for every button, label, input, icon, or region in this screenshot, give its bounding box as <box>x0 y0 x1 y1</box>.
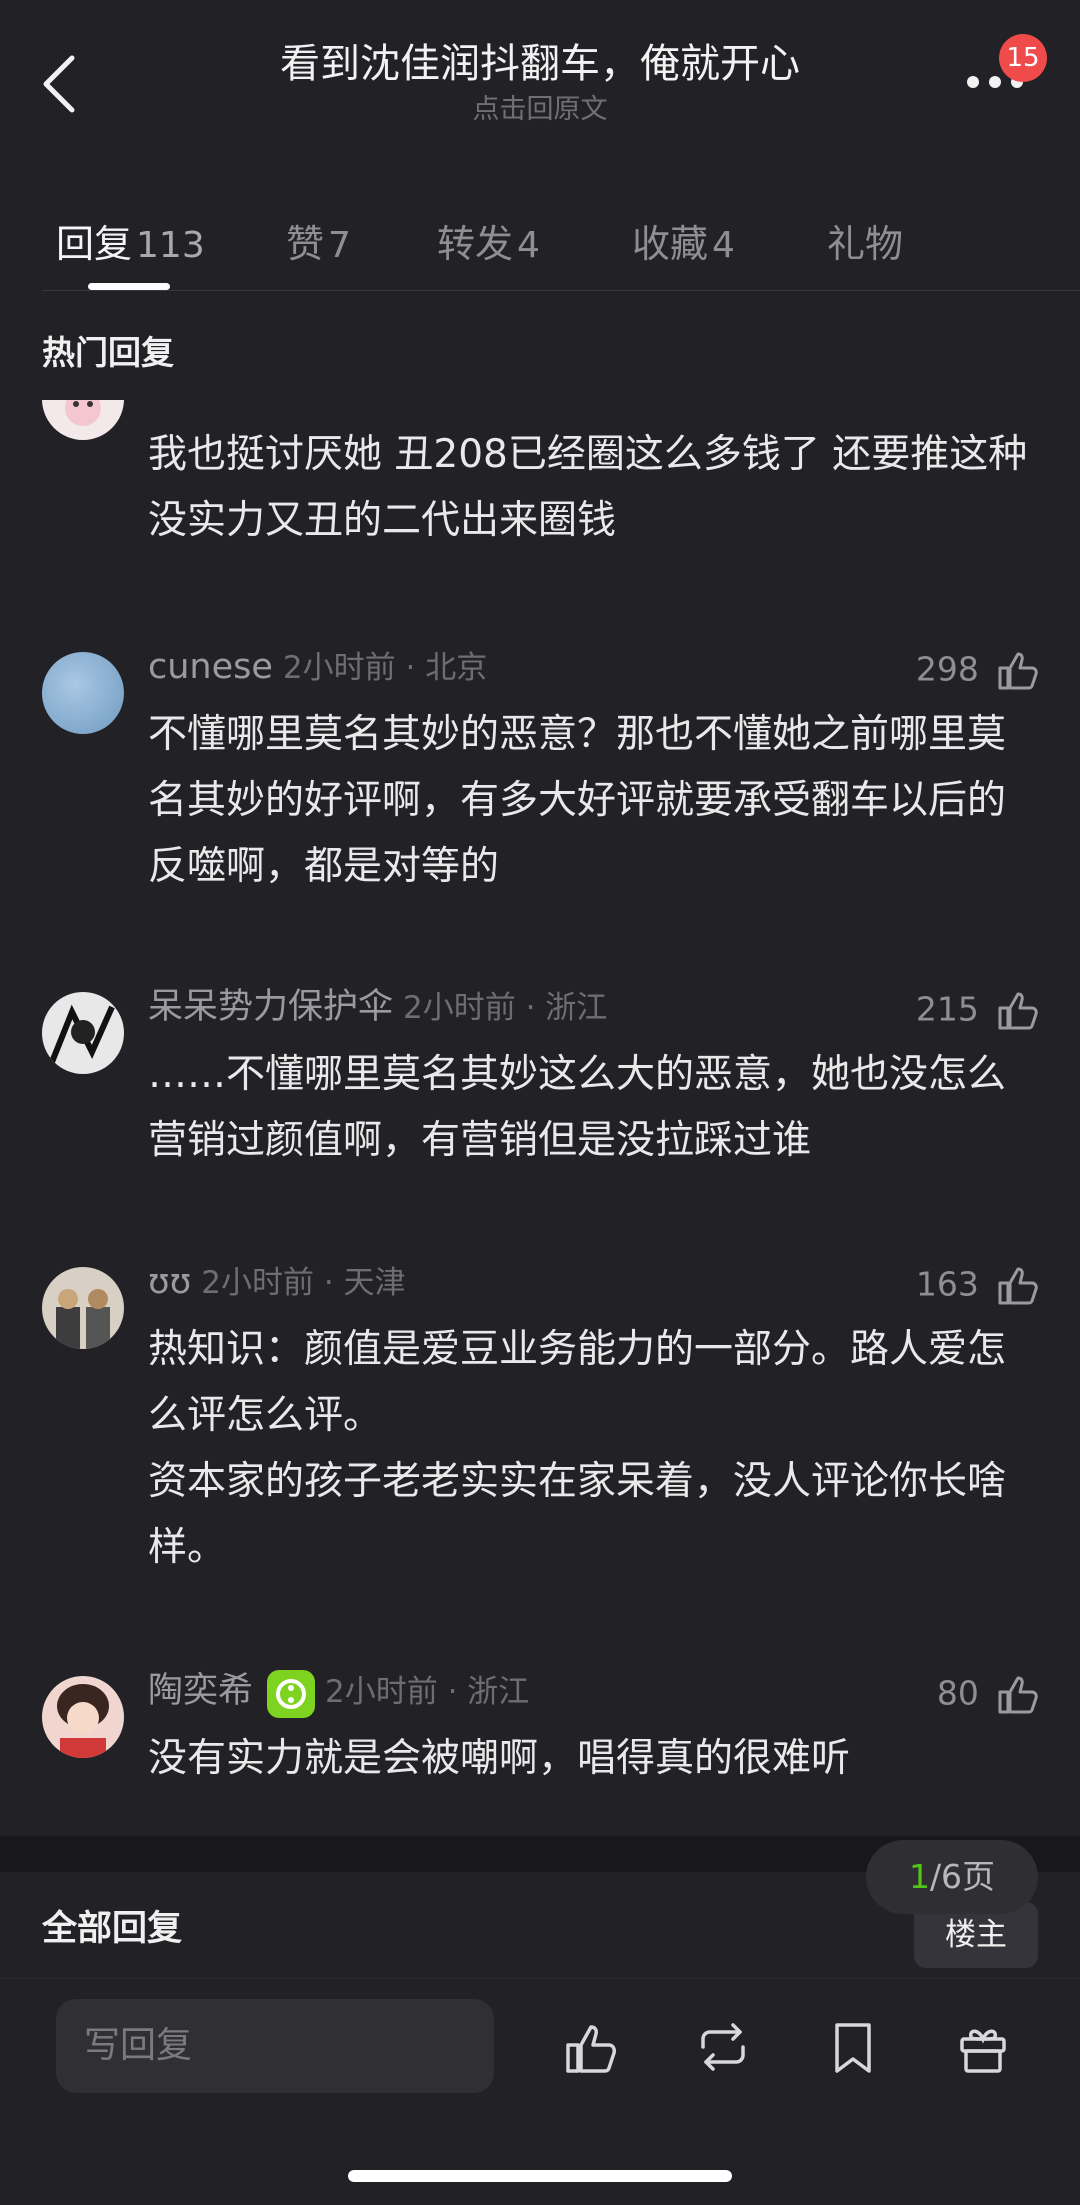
comment-line: 热知识：颜值是爱豆业务能力的一部分。路人爱怎么评怎么评。 <box>148 1327 1007 1438</box>
like-button[interactable]: 80 <box>937 1666 1040 1720</box>
comment-text: 我也挺讨厌她 丑208已经圈这么多钱了 还要推这种没实力又丑的二代出来圈钱 <box>148 432 1028 543</box>
comment-list[interactable]: 我也挺讨厌她 丑208已经圈这么多钱了 还要推这种没实力又丑的二代出来圈钱 cu… <box>0 400 1080 1836</box>
tab-count: 4 <box>517 225 540 266</box>
tab-reposts[interactable]: 转发 4 <box>437 213 540 268</box>
like-count: 298 <box>915 649 979 689</box>
current-page: 1 <box>908 1857 930 1896</box>
tab-label: 赞 <box>286 222 325 266</box>
back-to-original-link[interactable]: 点击回原文 <box>200 94 880 126</box>
thumbs-up-icon <box>998 652 1038 689</box>
like-count: 80 <box>936 1673 979 1713</box>
gift-icon[interactable] <box>953 2017 1013 2077</box>
tab-favorites[interactable]: 收藏 4 <box>632 213 735 268</box>
all-replies-heading: 全部回复 <box>42 1909 183 1949</box>
header: 看到沈佳润抖翻车，俺就开心 点击回原文 15 <box>0 0 1080 190</box>
tab-bar: 回复 113 赞7 转发 4 收藏 4 礼物 <box>0 195 1080 291</box>
page-title: 看到沈佳润抖翻车，俺就开心 <box>280 41 800 87</box>
thumbs-up-icon <box>998 992 1038 1029</box>
active-tab-indicator <box>88 283 170 290</box>
tab-gifts[interactable]: 礼物 <box>827 213 903 268</box>
divider <box>42 290 1080 291</box>
tab-likes[interactable]: 赞7 <box>286 213 351 268</box>
tab-count: 113 <box>136 225 205 266</box>
comment-line: 资本家的孩子老老实实在家呆着，没人评论你长啥样。 <box>148 1459 1007 1570</box>
tab-label: 转发 <box>437 222 514 266</box>
tab-label: 回复 <box>56 222 133 266</box>
like-button[interactable]: 215 <box>916 982 1040 1036</box>
comment-item[interactable]: ʊʊ 2小时前 · 天津 163 热知识：颜值是爱豆业务能力的一部分。路人爱怎么评… <box>0 1257 1080 1577</box>
comment-item[interactable]: 呆呆势力保护伞 2小时前 · 浙江 215 ……不懂哪里莫名其妙这么大的恶意，她也… <box>0 982 1080 1182</box>
like-count: 163 <box>915 1264 979 1304</box>
thumbs-up-icon <box>998 1267 1038 1304</box>
timestamp-location: 2小时前 · 浙江 <box>403 990 608 1026</box>
bookmark-icon[interactable] <box>823 2017 883 2077</box>
back-icon[interactable] <box>38 52 82 116</box>
comment-text: 不懂哪里莫名其妙的恶意？那也不懂她之前哪里莫名其妙的好评啊，有多大好评就要承受翻… <box>148 712 1007 889</box>
reply-input[interactable]: 写回复 <box>56 1999 494 2093</box>
avatar[interactable] <box>42 992 124 1074</box>
repost-icon[interactable] <box>693 2017 753 2077</box>
tab-label: 礼物 <box>827 222 904 266</box>
tab-replies[interactable]: 回复 113 <box>56 213 205 268</box>
comment-text: 热知识：颜值是爱豆业务能力的一部分。路人爱怎么评怎么评。 资本家的孩子老老实实在… <box>148 1317 1028 1581</box>
comment-meta: cunese 2小时前 · 北京 <box>148 642 487 692</box>
username[interactable]: ʊʊ <box>148 1262 191 1302</box>
tab-label: 收藏 <box>632 222 709 266</box>
like-button[interactable]: 163 <box>916 1257 1040 1311</box>
total-pages: /6页 <box>929 1857 996 1896</box>
tab-count: 4 <box>712 225 735 266</box>
title-area[interactable]: 看到沈佳润抖翻车，俺就开心 点击回原文 <box>200 36 880 126</box>
comment-item[interactable]: 陶奕希 2小时前 · 浙江 80 没有实力就是会被嘲啊，唱得真的很难听 <box>0 1666 1080 1806</box>
notification-badge: 15 <box>999 34 1047 82</box>
comment-text: 没有实力就是会被嘲啊，唱得真的很难听 <box>148 1736 851 1781</box>
home-indicator <box>348 2170 732 2182</box>
timestamp-location: 2小时前 · 北京 <box>282 650 488 686</box>
avatar[interactable] <box>42 400 124 440</box>
avatar[interactable] <box>42 1676 124 1758</box>
like-button[interactable]: 298 <box>916 642 1040 696</box>
like-icon[interactable] <box>562 2017 622 2077</box>
timestamp-location: 2小时前 · 天津 <box>201 1265 406 1301</box>
member-badge-icon <box>267 1669 316 1718</box>
tab-count: 7 <box>328 225 351 266</box>
thumbs-up-icon <box>998 1676 1038 1713</box>
comment-item[interactable]: 我也挺讨厌她 丑208已经圈这么多钱了 还要推这种没实力又丑的二代出来圈钱 <box>0 400 1080 562</box>
avatar[interactable] <box>42 1267 124 1349</box>
comment-meta: 呆呆势力保护伞 2小时前 · 浙江 <box>148 982 607 1032</box>
page-indicator[interactable]: 1/6页 <box>866 1840 1038 1914</box>
username[interactable]: cunese <box>148 647 273 687</box>
username[interactable]: 呆呆势力保护伞 <box>148 987 393 1027</box>
comment-meta: ʊʊ 2小时前 · 天津 <box>148 1257 406 1307</box>
comment-meta: 陶奕希 2小时前 · 浙江 <box>148 1666 530 1718</box>
comment-text: ……不懂哪里莫名其妙这么大的恶意，她也没怎么营销过颜值啊，有营销但是没拉踩过谁 <box>148 1052 1007 1163</box>
comment-item[interactable]: cunese 2小时前 · 北京 298 不懂哪里莫名其妙的恶意？那也不懂她之前哪… <box>0 642 1080 889</box>
like-count: 215 <box>915 989 979 1029</box>
timestamp-location: 2小时前 · 浙江 <box>325 1674 530 1710</box>
username[interactable]: 陶奕希 <box>148 1671 253 1711</box>
hot-replies-heading: 热门回复 <box>42 333 174 372</box>
avatar[interactable] <box>42 652 124 734</box>
